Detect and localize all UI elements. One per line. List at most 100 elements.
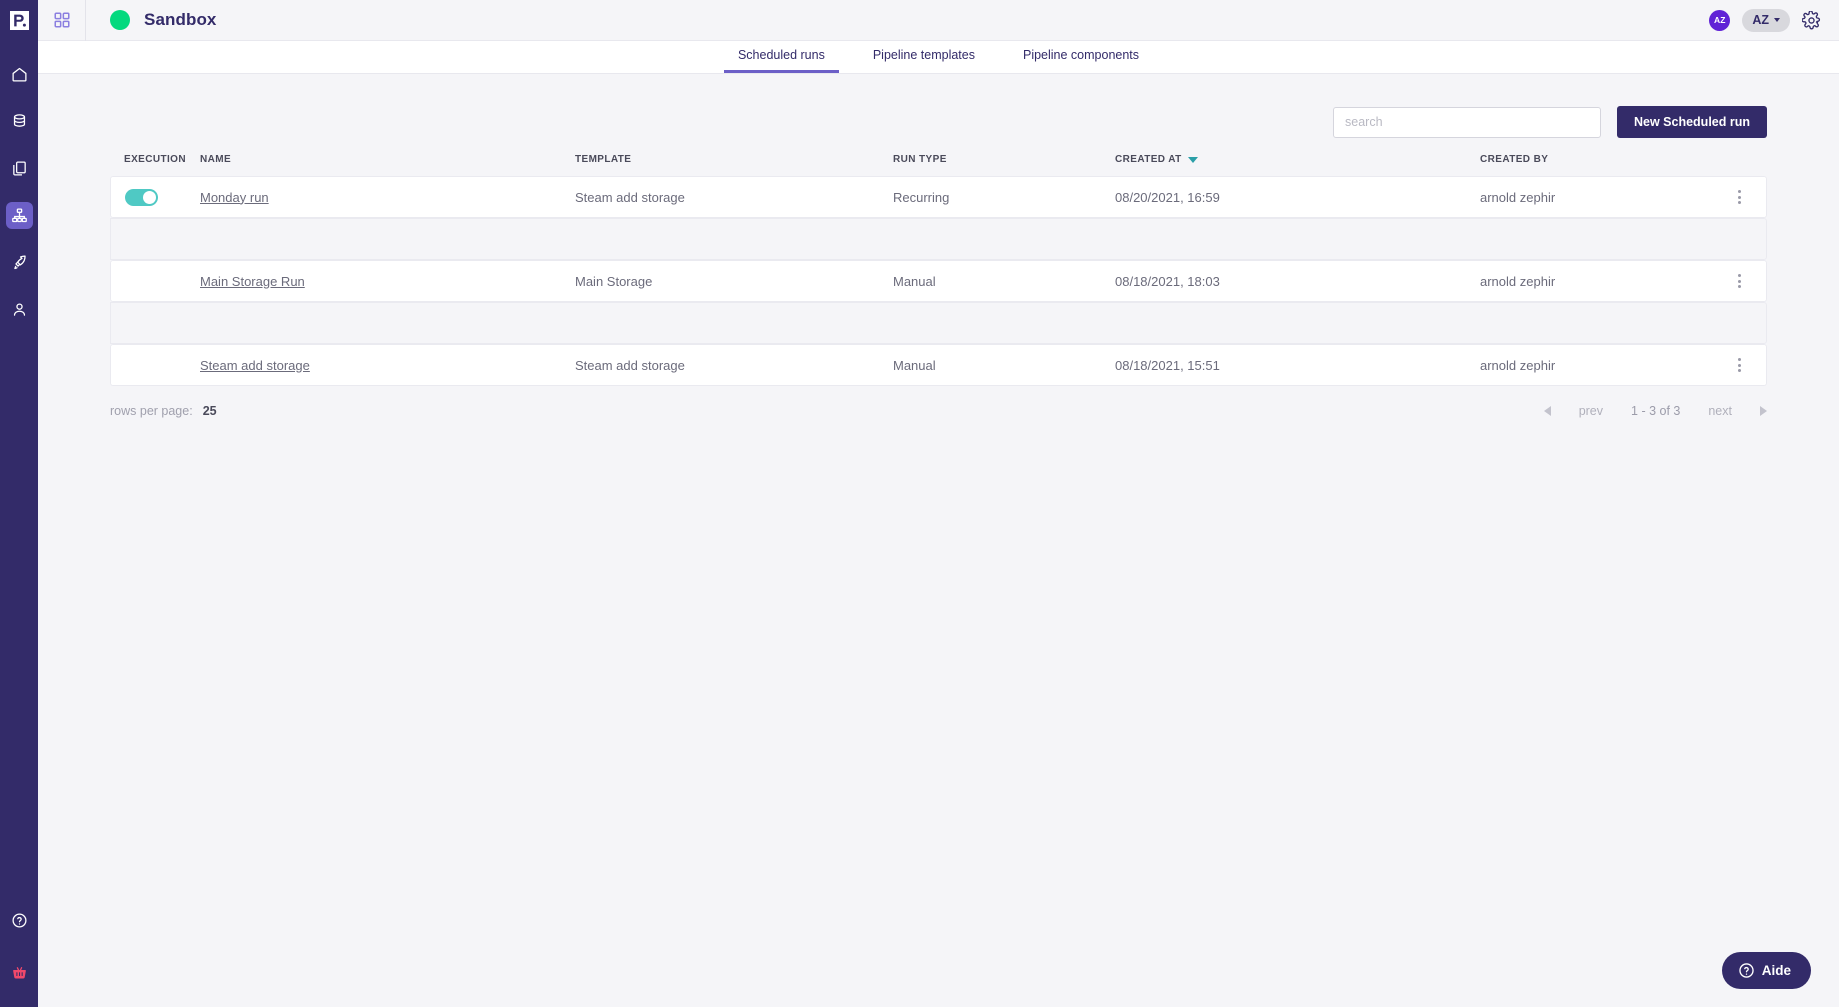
cell-actions <box>1713 176 1767 218</box>
column-label-execution: EXECUTION <box>124 154 186 165</box>
sidebar-item-store[interactable] <box>6 960 33 987</box>
sidebar-item-account[interactable] <box>6 296 33 323</box>
kebab-menu-icon[interactable] <box>1713 190 1766 204</box>
table-toolbar: New Scheduled run <box>110 74 1767 138</box>
app-root: Sandbox AZ AZ Scheduled runs Pipeline te… <box>0 0 1839 1007</box>
table-row[interactable]: Main Storage Run Main Storage Manual 08/… <box>110 260 1767 302</box>
tab-scheduled-runs[interactable]: Scheduled runs <box>723 48 839 73</box>
kebab-menu-icon[interactable] <box>1713 358 1766 372</box>
row-spacer <box>110 302 1767 344</box>
column-label-name: NAME <box>200 154 232 165</box>
chevron-down-icon <box>1774 18 1780 22</box>
sitemap-icon <box>11 208 27 223</box>
run-name-link[interactable]: Steam add storage <box>200 358 310 373</box>
tab-pipeline-templates[interactable]: Pipeline templates <box>859 48 989 73</box>
run-name-link[interactable]: Main Storage Run <box>200 274 305 289</box>
user-menu-button[interactable]: AZ <box>1742 8 1790 32</box>
column-header-run-type[interactable]: RUN TYPE <box>893 154 1115 176</box>
new-scheduled-run-button[interactable]: New Scheduled run <box>1617 106 1767 138</box>
toggle-knob <box>143 190 156 204</box>
gear-icon <box>1802 10 1821 29</box>
cell-actions <box>1713 344 1767 386</box>
table-header: EXECUTION NAME TEMPLATE RUN TYPE CREATED… <box>110 154 1767 176</box>
grid-apps-icon <box>53 12 70 28</box>
paperspace-logo-icon <box>9 11 29 30</box>
cell-actions <box>1713 260 1767 302</box>
next-arrow-icon[interactable] <box>1760 406 1767 416</box>
app-logo[interactable] <box>0 0 38 41</box>
search-input[interactable] <box>1333 106 1601 138</box>
sidebar-item-deploy[interactable] <box>6 249 33 276</box>
sidebar-nav <box>5 61 33 323</box>
tab-pipeline-components[interactable]: Pipeline components <box>1009 48 1153 73</box>
kebab-menu-icon[interactable] <box>1713 274 1766 288</box>
sidebar-item-documents[interactable] <box>6 155 33 182</box>
pagination-controls: prev 1 - 3 of 3 next <box>1543 404 1767 418</box>
cell-name: Steam add storage <box>200 344 575 386</box>
rows-per-page-label: rows per page: <box>110 404 193 418</box>
cell-execution <box>110 344 200 386</box>
sidebar-item-pipelines[interactable] <box>5 202 33 229</box>
basket-icon <box>12 967 26 979</box>
cell-name: Monday run <box>200 176 575 218</box>
rows-per-page-value[interactable]: 25 <box>203 404 217 418</box>
pagination-range: 1 - 3 of 3 <box>1631 404 1681 418</box>
help-widget-label: Aide <box>1761 963 1791 978</box>
project-status-dot <box>110 10 130 30</box>
home-icon <box>11 67 27 82</box>
table-row[interactable]: Monday run Steam add storage Recurring 0… <box>110 176 1767 218</box>
column-label-template: TEMPLATE <box>575 154 632 165</box>
sidebar-item-data[interactable] <box>6 108 33 135</box>
topbar-actions: AZ AZ <box>1709 8 1839 32</box>
cell-template: Main Storage <box>575 260 893 302</box>
cell-execution <box>110 176 200 218</box>
apps-grid-button[interactable] <box>38 0 86 41</box>
prev-arrow-icon[interactable] <box>1543 406 1551 416</box>
next-page-button[interactable]: next <box>1708 404 1732 418</box>
tab-bar: Scheduled runs Pipeline templates Pipeli… <box>38 41 1839 74</box>
execution-toggle[interactable] <box>125 188 158 206</box>
question-circle-icon <box>11 913 27 928</box>
user-menu-label: AZ <box>1752 13 1769 27</box>
cell-run-type: Recurring <box>893 176 1115 218</box>
scheduled-runs-table: EXECUTION NAME TEMPLATE RUN TYPE CREATED… <box>110 154 1767 386</box>
database-icon <box>13 114 25 127</box>
prev-page-button[interactable]: prev <box>1579 404 1603 418</box>
run-name-link[interactable]: Monday run <box>200 190 269 205</box>
column-label-run-type: RUN TYPE <box>893 154 947 165</box>
column-header-created-at[interactable]: CREATED AT <box>1115 154 1480 176</box>
left-sidebar <box>0 0 38 1007</box>
pagination-bar: rows per page: 25 prev 1 - 3 of 3 next <box>110 404 1767 418</box>
cell-name: Main Storage Run <box>200 260 575 302</box>
sidebar-bottom-nav <box>6 907 33 1007</box>
person-icon <box>13 303 25 316</box>
cell-template: Steam add storage <box>575 344 893 386</box>
cell-created-by: arnold zephir <box>1480 344 1713 386</box>
main-area: Sandbox AZ AZ Scheduled runs Pipeline te… <box>38 0 1839 1007</box>
column-header-execution[interactable]: EXECUTION <box>110 154 200 176</box>
cell-created-at: 08/20/2021, 16:59 <box>1115 176 1480 218</box>
documents-icon <box>12 161 26 176</box>
question-circle-icon <box>1739 963 1754 978</box>
column-header-template[interactable]: TEMPLATE <box>575 154 893 176</box>
cell-execution <box>110 260 200 302</box>
column-header-created-by[interactable]: CREATED BY <box>1480 154 1713 176</box>
sidebar-item-home[interactable] <box>6 61 33 88</box>
cell-template: Steam add storage <box>575 176 893 218</box>
cell-created-by: arnold zephir <box>1480 176 1713 218</box>
help-widget-button[interactable]: Aide <box>1721 952 1811 989</box>
sidebar-item-help[interactable] <box>6 907 33 934</box>
column-header-actions <box>1713 154 1767 176</box>
page-title: Sandbox <box>144 10 217 29</box>
table-row[interactable]: Steam add storage Steam add storage Manu… <box>110 344 1767 386</box>
rocket-icon <box>13 255 26 270</box>
top-bar: Sandbox AZ AZ <box>38 0 1839 41</box>
column-label-created-by: CREATED BY <box>1480 154 1549 165</box>
cell-created-at: 08/18/2021, 18:03 <box>1115 260 1480 302</box>
content-area: New Scheduled run EXECUTION NAME TEMPLAT… <box>38 74 1839 1007</box>
cell-created-at: 08/18/2021, 15:51 <box>1115 344 1480 386</box>
column-header-name[interactable]: NAME <box>200 154 575 176</box>
cell-run-type: Manual <box>893 260 1115 302</box>
cell-created-by: arnold zephir <box>1480 260 1713 302</box>
settings-button[interactable] <box>1802 10 1821 30</box>
